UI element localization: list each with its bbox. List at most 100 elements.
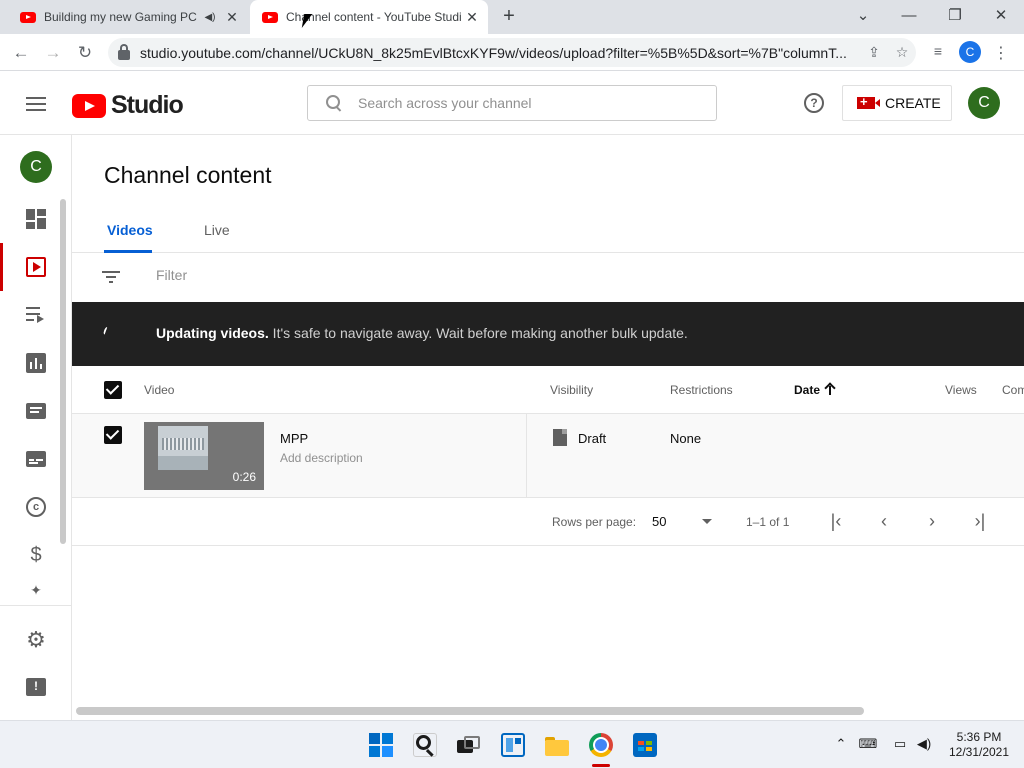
youtube-favicon-icon xyxy=(262,11,278,23)
bulk-update-banner: Updating videos. It's safe to navigate a… xyxy=(72,302,1024,366)
maximize-window-icon[interactable]: ❐ xyxy=(932,4,978,28)
tab-search-chevron-icon[interactable]: ⌄ xyxy=(840,4,886,28)
tab-close-icon[interactable]: ✕ xyxy=(462,9,482,26)
select-all-checkbox[interactable] xyxy=(104,381,122,399)
column-comments: Com xyxy=(1002,383,1024,397)
address-bar[interactable]: studio.youtube.com/channel/UCkU8N_8k25mE… xyxy=(108,38,916,67)
video-duration: 0:26 xyxy=(232,470,256,484)
url-text[interactable]: studio.youtube.com/channel/UCkU8N_8k25mE… xyxy=(140,45,860,61)
taskbar-clock[interactable]: 5:36 PM 12/31/2021 xyxy=(944,730,1014,760)
last-page-icon[interactable]: ›| xyxy=(968,510,992,534)
nav-send-feedback[interactable] xyxy=(0,663,72,711)
reading-list-icon[interactable]: ≡ xyxy=(928,43,948,59)
windows-start-icon[interactable] xyxy=(369,733,393,757)
keyboard-icon[interactable]: ⌨ xyxy=(858,736,878,752)
create-button[interactable]: CREATE xyxy=(842,85,952,121)
tab-live[interactable]: Live xyxy=(204,222,230,238)
channel-search-box[interactable] xyxy=(307,85,717,121)
channel-content-main: Channel content Videos Live Updating vid… xyxy=(72,135,1024,720)
nav-settings[interactable]: ⚙ xyxy=(0,616,72,664)
sort-ascending-arrow-icon xyxy=(826,384,834,395)
rail-divider xyxy=(0,605,72,606)
tab-muted-audio-icon[interactable]: ◀) xyxy=(202,12,218,23)
pagination-bar: Rows per page: 50 1–1 of 1 |‹ ‹ › ›| xyxy=(72,498,1024,546)
browser-profile-avatar[interactable]: C xyxy=(959,41,981,63)
row-checkbox[interactable] xyxy=(104,426,122,444)
banner-bold-text: Updating videos. xyxy=(156,325,269,341)
clock-time: 5:36 PM xyxy=(956,730,1002,744)
bookmark-star-icon[interactable]: ☆ xyxy=(888,44,916,61)
show-hidden-icons-chevron-icon[interactable]: ⌃ xyxy=(831,736,851,752)
clock-date: 12/31/2021 xyxy=(948,745,1010,759)
task-view-icon[interactable] xyxy=(457,733,481,757)
browser-tab-gaming-pc[interactable]: Building my new Gaming PC ◀) ✕ xyxy=(8,0,248,34)
account-avatar[interactable]: C xyxy=(968,87,1000,119)
channel-avatar[interactable]: C xyxy=(20,151,52,183)
tab-videos[interactable]: Videos xyxy=(107,222,153,238)
content-tabs: Videos Live xyxy=(72,205,1024,253)
column-restrictions: Restrictions xyxy=(670,383,733,397)
chrome-icon[interactable] xyxy=(589,733,613,757)
reload-icon[interactable]: ↻ xyxy=(72,40,98,66)
playlist-icon xyxy=(26,305,46,325)
filter-bar xyxy=(72,253,1024,301)
horizontal-scrollbar[interactable] xyxy=(76,707,864,715)
volume-icon[interactable]: ◀) xyxy=(914,736,934,752)
video-thumbnail[interactable]: 0:26 xyxy=(144,422,264,490)
video-title[interactable]: MPP xyxy=(280,431,308,446)
active-app-indicator xyxy=(592,764,610,767)
youtube-play-logo-icon xyxy=(72,93,106,118)
video-camera-plus-icon xyxy=(857,94,880,109)
nav-customization[interactable]: ✦ xyxy=(0,575,72,605)
network-icon[interactable]: ▭ xyxy=(890,736,910,752)
hamburger-menu-icon[interactable] xyxy=(26,97,46,111)
close-window-icon[interactable]: ✕ xyxy=(978,4,1024,28)
search-input[interactable] xyxy=(358,95,716,111)
table-row[interactable]: 0:26 MPP Add description Draft None xyxy=(72,414,1024,498)
left-nav-rail: C c $ ✦ ⚙ xyxy=(0,135,72,720)
studio-logo[interactable]: Studio xyxy=(72,91,184,120)
rail-scrollbar[interactable] xyxy=(60,199,66,544)
windows-taskbar: ⌃ ⌨ ▭ ◀) 5:36 PM 12/31/2021 xyxy=(0,720,1024,768)
create-button-label: CREATE xyxy=(885,95,941,111)
filter-icon[interactable] xyxy=(102,271,120,283)
lock-icon[interactable] xyxy=(118,43,130,60)
tab-close-icon[interactable]: ✕ xyxy=(222,9,242,26)
filter-input[interactable] xyxy=(156,267,456,283)
dropdown-caret-icon[interactable] xyxy=(702,519,712,524)
taskbar-search-icon[interactable] xyxy=(413,733,437,757)
tab-title: Channel content - YouTube Studio xyxy=(286,10,462,24)
rows-per-page-select[interactable]: 50 xyxy=(652,514,666,529)
first-page-icon[interactable]: |‹ xyxy=(824,510,848,534)
browser-menu-kebab-icon[interactable]: ⋮ xyxy=(993,43,1009,63)
studio-header: Studio ? CREATE C xyxy=(0,71,1024,135)
comments-icon xyxy=(26,403,46,419)
widgets-icon[interactable] xyxy=(501,733,525,757)
next-page-icon[interactable]: › xyxy=(920,510,944,534)
browser-tab-channel-content[interactable]: Channel content - YouTube Studio ✕ xyxy=(250,0,488,34)
analytics-bar-chart-icon xyxy=(26,353,46,373)
rows-per-page-label: Rows per page: xyxy=(552,515,637,529)
video-description[interactable]: Add description xyxy=(280,451,363,465)
video-visibility[interactable]: Draft xyxy=(578,431,606,446)
minimize-window-icon[interactable]: — xyxy=(886,4,932,28)
subtitles-icon xyxy=(26,451,46,467)
banner-rest-text: It's safe to navigate away. Wait before … xyxy=(268,325,688,341)
forward-arrow-icon[interactable]: → xyxy=(40,40,66,66)
help-icon[interactable]: ? xyxy=(804,93,824,113)
feedback-icon xyxy=(26,678,46,696)
loading-spinner-icon xyxy=(102,326,110,336)
back-arrow-icon[interactable]: ← xyxy=(8,40,34,66)
new-tab-plus-icon[interactable]: + xyxy=(498,6,520,28)
column-views: Views xyxy=(945,383,977,397)
column-date-sort[interactable]: Date xyxy=(794,383,834,397)
magic-wand-icon: ✦ xyxy=(30,582,42,598)
previous-page-icon[interactable]: ‹ xyxy=(872,510,896,534)
column-visibility: Visibility xyxy=(550,383,594,397)
video-restrictions: None xyxy=(670,431,702,446)
column-date-label: Date xyxy=(794,383,821,397)
video-content-icon xyxy=(26,257,46,277)
file-explorer-icon[interactable] xyxy=(545,733,569,757)
microsoft-store-icon[interactable] xyxy=(633,733,657,757)
share-icon[interactable]: ⇪ xyxy=(860,44,888,61)
